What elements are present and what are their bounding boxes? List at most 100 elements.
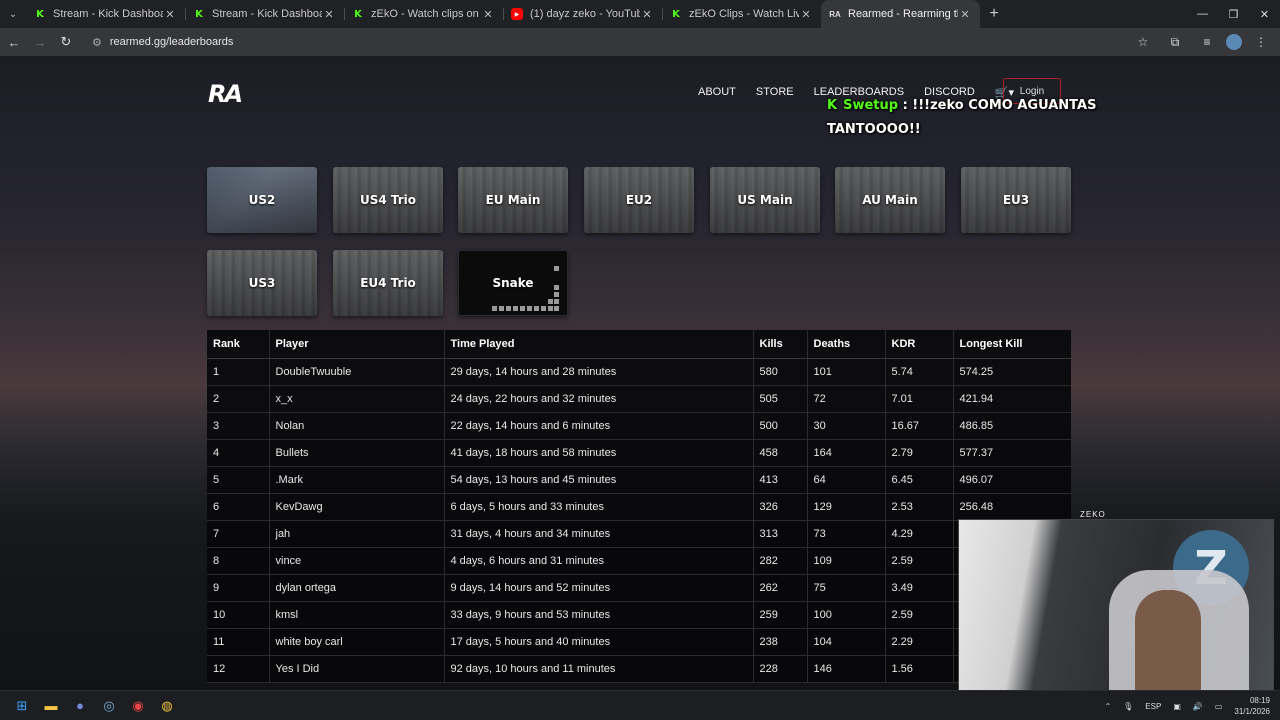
- address-bar[interactable]: ⚙ rearmed.gg/leaderboards: [84, 31, 1164, 53]
- player-cell: white boy carl: [268, 628, 444, 656]
- kdr-cell: 2.29: [884, 628, 953, 656]
- forward-icon[interactable]: →: [28, 30, 52, 54]
- discord-icon[interactable]: ●: [66, 692, 94, 720]
- clock-date: 31/1/2026: [1234, 707, 1270, 716]
- snake-pixel: [554, 292, 559, 297]
- deaths-cell: 146: [806, 655, 885, 683]
- time-played-cell: 41 days, 18 hours and 58 minutes: [443, 439, 753, 467]
- battery-icon[interactable]: ▭: [1215, 702, 1223, 711]
- close-tab-icon[interactable]: ✕: [322, 8, 336, 21]
- network-icon[interactable]: ▣: [1173, 702, 1181, 711]
- server-tile-us3[interactable]: US3: [207, 250, 317, 316]
- nav-about[interactable]: ABOUT: [698, 86, 736, 99]
- kills-cell: 580: [752, 358, 807, 386]
- chrome-icon[interactable]: ◍: [153, 692, 181, 720]
- time-played-cell: 6 days, 5 hours and 33 minutes: [443, 493, 753, 521]
- snake-pixel: [492, 306, 497, 311]
- extensions-icon[interactable]: ⧉: [1162, 30, 1188, 54]
- window-controls: — ❐ ✕: [1187, 0, 1280, 28]
- longest-kill-cell: 577.37: [952, 439, 1071, 467]
- table-row: 7 jah 31 days, 4 hours and 34 minutes 313 73…: [207, 520, 1071, 548]
- browser-tab[interactable]: K Stream - Kick Dashboard ✕: [26, 0, 185, 28]
- browser-toolbar: ← → ↻ ⚙ rearmed.gg/leaderboards ☆ ⧉ ≡ ⋮: [0, 28, 1280, 56]
- player-cell: vince: [268, 547, 444, 575]
- kills-cell: 313: [752, 520, 807, 548]
- site-info-icon[interactable]: ⚙: [92, 36, 102, 49]
- col-time-header: Time Played: [443, 330, 753, 359]
- server-tile-snake[interactable]: Snake: [458, 250, 568, 316]
- tab-title: zEkO - Watch clips on Kick: [371, 8, 481, 20]
- deaths-cell: 72: [806, 385, 885, 413]
- server-tile-eu4-trio[interactable]: EU4 Trio: [333, 250, 443, 316]
- browser-tab[interactable]: K zEkO Clips - Watch Live on Kick ✕: [662, 0, 821, 28]
- close-window-icon[interactable]: ✕: [1249, 0, 1280, 28]
- back-icon[interactable]: ←: [2, 30, 26, 54]
- server-tile-us-main[interactable]: US Main: [710, 167, 820, 233]
- snake-pixel: [554, 299, 559, 304]
- kdr-cell: 1.56: [884, 655, 953, 683]
- windows-start-icon[interactable]: ⊞: [8, 692, 36, 720]
- kdr-cell: 16.67: [884, 412, 953, 440]
- browser-tab[interactable]: K zEkO - Watch clips on Kick ✕: [344, 0, 503, 28]
- col-rank-header: Rank: [207, 330, 269, 359]
- tab-search-icon[interactable]: ⌄: [0, 0, 26, 28]
- time-played-cell: 17 days, 5 hours and 40 minutes: [443, 628, 753, 656]
- server-tile-eu-main[interactable]: EU Main: [458, 167, 568, 233]
- browser-tab[interactable]: ▶ (1) dayz zeko - YouTube ✕: [503, 0, 662, 28]
- server-label: EU4 Trio: [360, 276, 416, 290]
- player-cell: kmsl: [268, 601, 444, 629]
- table-row: 10 kmsl 33 days, 9 hours and 53 minutes 259…: [207, 601, 1071, 629]
- streamer-figure: [1135, 590, 1201, 694]
- new-tab-button[interactable]: +: [980, 0, 1008, 28]
- server-tile-eu2[interactable]: EU2: [584, 167, 694, 233]
- close-tab-icon[interactable]: ✕: [481, 8, 495, 21]
- kdr-cell: 5.74: [884, 358, 953, 386]
- deaths-cell: 75: [806, 574, 885, 602]
- close-tab-icon[interactable]: ✕: [640, 8, 654, 21]
- deaths-cell: 104: [806, 628, 885, 656]
- microphone-icon[interactable]: 🎙: [1123, 702, 1133, 711]
- col-player-header: Player: [268, 330, 444, 359]
- close-tab-icon[interactable]: ✕: [799, 8, 813, 21]
- profile-avatar[interactable]: [1226, 34, 1242, 50]
- server-label: US Main: [737, 193, 793, 207]
- time-played-cell: 24 days, 22 hours and 32 minutes: [443, 385, 753, 413]
- clock[interactable]: 08:19 31/1/2026: [1234, 695, 1270, 717]
- deaths-cell: 129: [806, 493, 885, 521]
- close-tab-icon[interactable]: ✕: [163, 8, 177, 21]
- player-cell: x_x: [268, 385, 444, 413]
- media-icon[interactable]: ≡: [1194, 30, 1220, 54]
- rank-cell: 3: [207, 412, 269, 440]
- obs-icon[interactable]: ◉: [124, 692, 152, 720]
- restore-icon[interactable]: ❐: [1218, 0, 1249, 28]
- kdr-cell: 3.49: [884, 574, 953, 602]
- col-deaths-header: Deaths: [806, 330, 885, 359]
- nav-store[interactable]: STORE: [756, 86, 794, 99]
- server-tile-us2[interactable]: US2: [207, 167, 317, 233]
- player-cell: .Mark: [268, 466, 444, 494]
- minimize-icon[interactable]: —: [1187, 0, 1218, 28]
- server-label: AU Main: [862, 193, 918, 207]
- tray-overflow-icon[interactable]: ⌃: [1104, 702, 1111, 711]
- file-explorer-icon[interactable]: ▬: [37, 692, 65, 720]
- language-indicator[interactable]: ESP: [1145, 702, 1161, 711]
- app-icon[interactable]: ◎: [95, 692, 123, 720]
- tab-title: Rearmed - Rearming the DayZ: [848, 8, 958, 20]
- player-cell: dylan ortega: [268, 574, 444, 602]
- reload-icon[interactable]: ↻: [54, 30, 78, 54]
- col-kills-header: Kills: [752, 330, 807, 359]
- server-tile-au-main[interactable]: AU Main: [835, 167, 945, 233]
- rank-cell: 12: [207, 655, 269, 683]
- snake-pixel: [554, 266, 559, 271]
- browser-tab-active[interactable]: RA Rearmed - Rearming the DayZ ✕: [821, 0, 980, 28]
- kdr-cell: 7.01: [884, 385, 953, 413]
- browser-tab[interactable]: K Stream - Kick Dashboard ✕: [185, 0, 344, 28]
- close-tab-icon[interactable]: ✕: [958, 8, 972, 21]
- volume-icon[interactable]: 🔊: [1193, 702, 1203, 711]
- server-tile-us4-trio[interactable]: US4 Trio: [333, 167, 443, 233]
- server-tile-eu3[interactable]: EU3: [961, 167, 1071, 233]
- leaderboard-body: 1 DoubleTwuuble 29 days, 14 hours and 28 m…: [207, 358, 1071, 683]
- bookmark-star-icon[interactable]: ☆: [1130, 30, 1156, 54]
- menu-icon[interactable]: ⋮: [1248, 30, 1274, 54]
- rearmed-logo[interactable]: RA: [208, 80, 243, 108]
